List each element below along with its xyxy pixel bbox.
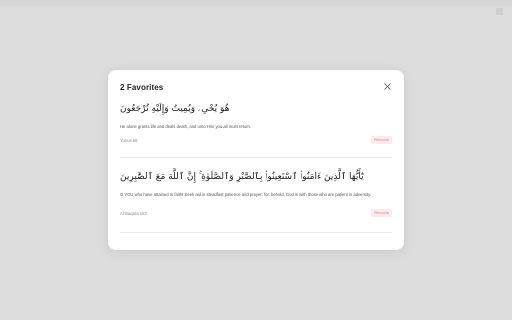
remove-button[interactable]: Remove xyxy=(371,209,392,217)
browser-top-bar xyxy=(0,0,512,6)
remove-button[interactable]: Remove xyxy=(371,136,392,144)
favorites-modal: 2 Favorites هُوَ يُحْىِۦ وَيُمِيتُ وَإِل… xyxy=(108,70,404,250)
close-icon xyxy=(383,82,391,90)
favorite-item: يَٰٓأَيُّهَا ٱلَّذِينَ ءَامَنُوا۟ ٱسْتَع… xyxy=(120,158,392,233)
favorite-arabic-text: هُوَ يُحْىِۦ وَيُمِيتُ وَإِلَيْهِ تُرْجَ… xyxy=(120,104,230,114)
modal-title: 2 Favorites xyxy=(120,83,164,92)
favorites-list: هُوَ يُحْىِۦ وَيُمِيتُ وَإِلَيْهِ تُرْجَ… xyxy=(120,100,392,233)
favorite-reference: Yunus 56 xyxy=(120,138,138,143)
favorite-translation: O YOU who have attained to faith! Seek a… xyxy=(120,192,372,197)
extension-icon[interactable] xyxy=(496,8,503,15)
favorite-translation: He alone grants life and deals death, an… xyxy=(120,124,252,129)
favorite-reference: Al-Baqara 153 xyxy=(120,211,147,216)
close-button[interactable] xyxy=(382,81,392,91)
favorite-arabic-text: يَٰٓأَيُّهَا ٱلَّذِينَ ءَامَنُوا۟ ٱسْتَع… xyxy=(120,172,364,182)
page-backdrop[interactable]: 2 Favorites هُوَ يُحْىِۦ وَيُمِيتُ وَإِل… xyxy=(0,0,512,320)
favorite-item: هُوَ يُحْىِۦ وَيُمِيتُ وَإِلَيْهِ تُرْجَ… xyxy=(120,100,392,158)
